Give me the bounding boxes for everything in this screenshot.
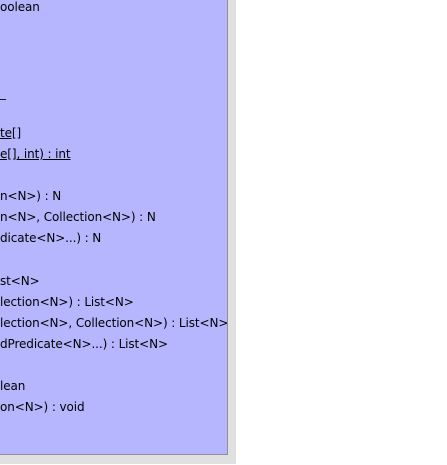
uml-class-box[interactable]: oolean _ te[] e[], int) : int n<N>) : N … — [0, 0, 228, 455]
operation-line: lection<N>, Collection<N>) : List<N> — [0, 316, 228, 330]
operation-line: dicate<N>...) : N — [0, 231, 102, 245]
operation-line: on<N>) : void — [0, 400, 85, 414]
operation-line: _ — [0, 86, 6, 100]
operation-line: oolean — [0, 0, 40, 14]
diagram-canvas: oolean _ te[] e[], int) : int n<N>) : N … — [0, 0, 447, 465]
operation-line: n<N>, Collection<N>) : N — [0, 210, 156, 224]
operation-line: n<N>) : N — [0, 189, 62, 203]
operation-line: lean — [0, 379, 26, 393]
operation-line: lection<N>) : List<N> — [0, 295, 134, 309]
operation-line: st<N> — [0, 274, 40, 288]
static-operation-line: te[] — [0, 126, 22, 140]
static-operation-line: e[], int) : int — [0, 147, 71, 161]
operation-line: dPredicate<N>...) : List<N> — [0, 337, 168, 351]
